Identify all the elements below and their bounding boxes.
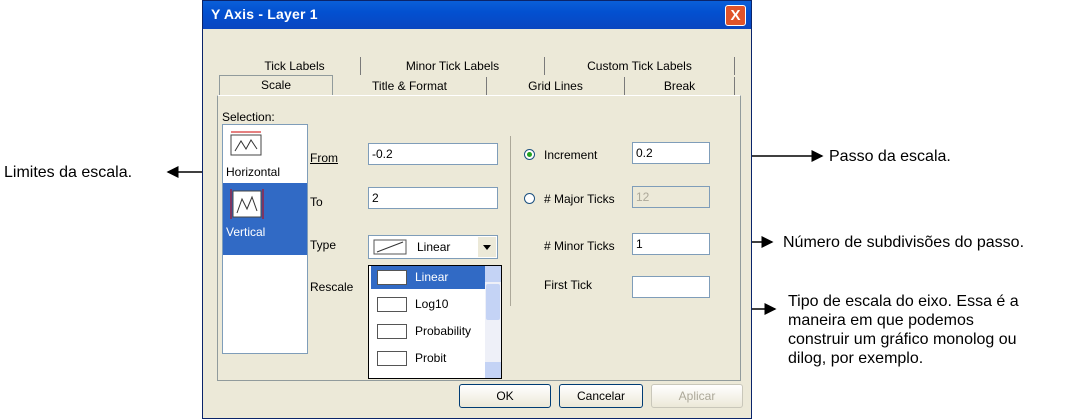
selection-item-label: Horizontal [226,165,281,179]
from-input[interactable]: -0.2 [368,143,498,165]
dropdown-option-probability[interactable]: Probability [371,320,487,343]
selection-label: Selection: [222,110,275,124]
type-select[interactable]: Linear [368,235,498,259]
vertical-axis-icon [230,189,264,219]
increment-input[interactable]: 0.2 [632,142,710,164]
close-button[interactable]: X [725,5,746,26]
tab-scale[interactable]: Scale [219,75,333,95]
tab-break[interactable]: Break [625,77,735,95]
ok-button[interactable]: OK [459,384,551,408]
annotation-scale-type: Tipo de escala do eixo. Essa é a maneira… [788,292,1019,368]
y-axis-dialog: Y Axis - Layer 1 X Tick Labels Minor Tic… [202,0,752,419]
major-ticks-radio[interactable] [524,193,535,204]
type-select-value: Linear [417,240,451,254]
tab-tick-labels[interactable]: Tick Labels [229,57,361,75]
increment-label: Increment [544,148,598,162]
divider [510,136,511,306]
selection-list[interactable]: Horizontal Vertical [222,124,308,354]
tab-title-format[interactable]: Title & Format [333,77,487,95]
tab-row-1: Tick Labels Minor Tick Labels Custom Tic… [217,57,741,75]
first-tick-input[interactable] [632,276,710,298]
first-tick-label: First Tick [544,278,592,292]
option-label: Probability [415,324,472,338]
major-ticks-input[interactable]: 12 [632,186,710,208]
minor-ticks-label: # Minor Ticks [544,239,615,253]
annotation-line: dilog, por exemplo. [788,350,924,367]
cancel-button[interactable]: Cancelar [559,384,643,408]
dropdown-option-probit[interactable]: Probit [371,347,487,370]
probit-scale-icon [377,351,407,366]
selection-item-vertical[interactable]: Vertical [223,183,307,255]
to-label: To [310,195,323,209]
option-label: Log10 [415,297,449,311]
increment-radio[interactable] [524,149,535,160]
option-label: Probit [415,351,447,365]
type-label: Type [310,238,337,252]
annotation-step: Passo da escala. [829,148,951,165]
scroll-down-icon[interactable] [485,362,501,378]
title-bar[interactable]: Y Axis - Layer 1 X [203,1,751,29]
tab-grid-lines[interactable]: Grid Lines [487,77,625,95]
probability-scale-icon [377,324,407,339]
dropdown-arrow-icon[interactable] [478,237,496,257]
from-label: From [310,151,338,165]
linear-scale-icon [377,270,407,285]
dropdown-scrollbar[interactable] [485,266,501,378]
linear-scale-icon [373,239,407,255]
to-input[interactable]: 2 [368,187,498,209]
dialog-title: Y Axis - Layer 1 [211,6,318,22]
apply-button[interactable]: Aplicar [651,384,743,408]
from-label-text: From [310,151,338,165]
tab-minor-tick-labels[interactable]: Minor Tick Labels [361,57,545,75]
log10-scale-icon [377,297,407,312]
annotation-line: maneira em que podemos [788,312,974,329]
selection-item-label: Vertical [226,225,266,239]
minor-ticks-input[interactable]: 1 [632,233,710,255]
annotation-line: Tipo de escala do eixo. Essa é a [788,293,1019,310]
major-ticks-label: # Major Ticks [544,192,615,206]
rescale-label: Rescale [310,280,354,294]
annotation-limits: Limites da escala. [4,164,133,181]
annotation-line: construir um gráfico monolog ou [788,331,1017,348]
scroll-up-icon[interactable] [485,266,501,282]
tab-row-2: Scale Title & Format Grid Lines Break [217,75,741,95]
tab-custom-tick-labels[interactable]: Custom Tick Labels [545,57,735,75]
annotation-subdivisions: Número de subdivisões do passo. [783,234,1025,251]
dropdown-option-linear[interactable]: Linear [371,266,487,289]
type-dropdown-list[interactable]: Linear Log10 Probability Probit [368,265,502,379]
option-label: Linear [415,270,449,284]
selection-item-horizontal[interactable]: Horizontal [223,125,307,183]
scroll-thumb[interactable] [486,284,500,320]
dropdown-option-log10[interactable]: Log10 [371,293,487,316]
scale-tab-panel: Selection: Horizontal Vertical From -0.2… [217,95,741,381]
horizontal-axis-icon [230,131,262,156]
